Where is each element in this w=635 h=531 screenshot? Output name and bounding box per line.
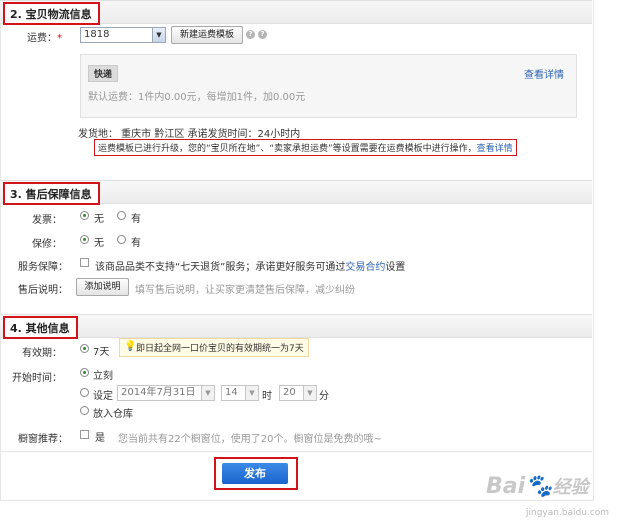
start-set-label: 设定 (93, 391, 113, 402)
minute-unit: 分 (319, 391, 329, 402)
invoice-no-radio[interactable] (80, 211, 89, 220)
start-set-radio[interactable] (80, 388, 89, 397)
publish-button[interactable]: 发布 (222, 463, 288, 484)
express-freight-box (80, 54, 577, 118)
publish-highlight: 发布 (214, 457, 298, 490)
validity-7day-radio[interactable] (80, 344, 89, 353)
logistics-title: 2. 宝贝物流信息 (3, 2, 100, 25)
invoice-yes-radio[interactable] (117, 211, 126, 220)
start-date-value: 2014年7月31日 (121, 387, 196, 398)
invoice-yes-label: 有 (131, 214, 141, 225)
footer-divider (0, 451, 592, 452)
ship-from-text: 发货地： 重庆市 黔江区 承诺发货时间：24小时内 (78, 129, 301, 140)
watermark-url: jingyan.baidu.com (526, 508, 610, 518)
aftersale-title: 3. 售后保障信息 (3, 182, 100, 205)
lightbulb-icon: 💡 (124, 341, 137, 352)
validity-tip: 💡 即日起全网一口价宝贝的有效期统一为7天 (119, 338, 309, 357)
paw-icon: 🐾 (525, 474, 553, 499)
start-warehouse-radio[interactable] (80, 406, 89, 415)
start-now-label: 立刻 (93, 371, 113, 382)
start-warehouse-label: 放入仓库 (93, 409, 133, 420)
service-text: 该商品品类不支持“七天退货”服务；承诺更好服务可通过交易合约设置 (95, 262, 406, 273)
minute-chevron-icon[interactable]: ▼ (303, 386, 316, 400)
freight-template-select[interactable]: 1818 ▼ (80, 27, 166, 43)
warranty-label: 保修： (32, 239, 62, 250)
freight-label: 运费：* (27, 33, 62, 44)
invoice-no-label: 无 (94, 214, 104, 225)
start-now-radio[interactable] (80, 368, 89, 377)
start-time-label: 开始时间： (12, 373, 62, 384)
warranty-no-radio[interactable] (80, 235, 89, 244)
seven-day-return-checkbox[interactable] (80, 258, 89, 267)
freight-template-value: 1818 (84, 29, 110, 40)
date-chevron-icon[interactable]: ▼ (201, 386, 214, 400)
hour-unit: 时 (262, 391, 272, 402)
freight-upgrade-notice: 运费模板已进行升级，您的“宝贝所在地”、“卖家承担运费”等设置需要在运费模板中进… (94, 139, 517, 156)
new-freight-template-button[interactable]: 新建运费模板 (171, 26, 243, 44)
warranty-no-label: 无 (94, 238, 104, 249)
window-recommend-label: 橱窗推荐： (18, 434, 68, 445)
window-recommend-checkbox[interactable] (80, 430, 89, 439)
default-freight-text: 默认运费：1件内0.00元，每增加1件，加0.00元 (88, 92, 306, 103)
view-details-link[interactable]: 查看详情 (524, 66, 564, 81)
required-mark: * (57, 33, 62, 44)
other-title: 4. 其他信息 (3, 316, 78, 339)
start-hour-value: 14 (225, 387, 238, 398)
aftersale-desc-label: 售后说明： (18, 285, 68, 296)
start-minute-select[interactable]: 20 ▼ (279, 385, 317, 401)
add-description-button[interactable]: 添加说明 (76, 278, 129, 296)
help-icon-2[interactable]: ? (258, 30, 267, 39)
warranty-yes-label: 有 (131, 238, 141, 249)
invoice-label: 发票： (32, 215, 62, 226)
notice-details-link[interactable]: 查看详情 (477, 144, 513, 154)
hour-chevron-icon[interactable]: ▼ (245, 386, 258, 400)
validity-value: 7天 (93, 347, 110, 358)
start-hour-select[interactable]: 14 ▼ (221, 385, 259, 401)
validity-label: 有效期： (22, 348, 62, 359)
window-yes-label: 是 (95, 433, 105, 444)
chevron-down-icon[interactable]: ▼ (152, 28, 165, 42)
watermark-brand: Bai🐾经验 (486, 474, 589, 499)
start-minute-value: 20 (283, 387, 296, 398)
trade-contract-link[interactable]: 交易合约 (345, 262, 385, 273)
aftersale-desc-hint: 填写售后说明，让买家更清楚售后保障，减少纠纷 (135, 285, 355, 296)
help-icon[interactable]: ? (246, 30, 255, 39)
service-label: 服务保障： (18, 262, 68, 273)
warranty-yes-radio[interactable] (117, 235, 126, 244)
start-date-select[interactable]: 2014年7月31日 ▼ (117, 385, 215, 401)
other-header-bar (0, 314, 592, 338)
express-tag: 快递 (88, 65, 119, 82)
window-hint: 您当前共有22个橱窗位，使用了20个。橱窗位是免费的哦~ (118, 434, 382, 445)
